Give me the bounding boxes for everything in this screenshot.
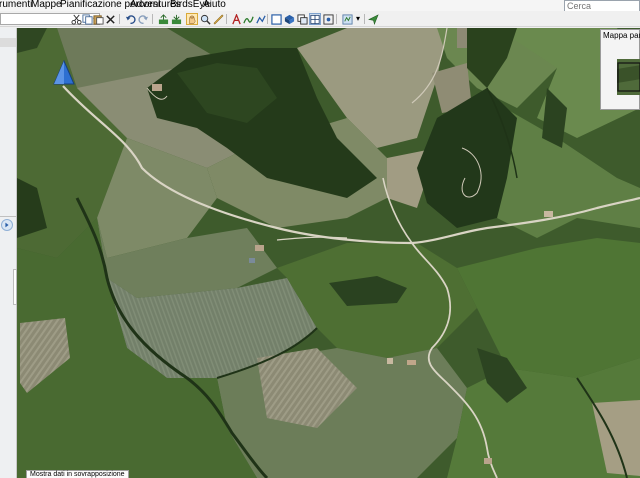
toolbar-separator xyxy=(267,14,268,24)
grid-icon[interactable] xyxy=(309,13,321,25)
toolbar: ▾ xyxy=(0,11,640,27)
overlay-data-tooltip: Mostra dati in sovrapposizione xyxy=(26,470,129,478)
zoom-icon[interactable] xyxy=(199,13,211,25)
receive-from-device-icon[interactable] xyxy=(170,13,182,25)
search-input[interactable] xyxy=(565,1,639,11)
toolbar-separator xyxy=(152,14,153,24)
center-icon[interactable] xyxy=(322,13,334,25)
left-panel xyxy=(0,28,17,478)
select-area-icon[interactable] xyxy=(270,13,282,25)
toolbar-separator xyxy=(336,14,337,24)
delete-icon[interactable] xyxy=(104,13,116,25)
route-tool-icon[interactable] xyxy=(254,13,266,25)
measure-icon[interactable] xyxy=(212,13,224,25)
menu-mappe[interactable]: Mappe xyxy=(31,0,62,10)
navigate-icon[interactable] xyxy=(367,13,379,25)
redo-icon[interactable] xyxy=(137,13,149,25)
map-3d-icon[interactable] xyxy=(283,13,295,25)
map-settings-icon[interactable] xyxy=(341,13,353,25)
send-to-device-icon[interactable] xyxy=(157,13,169,25)
satellite-imagery xyxy=(17,28,640,478)
overview-map-thumbnail[interactable] xyxy=(617,59,640,95)
expand-arrow-icon[interactable] xyxy=(1,219,13,231)
overview-map-title: Mappa panor xyxy=(603,31,640,40)
menu-strumenti[interactable]: rumenti xyxy=(0,0,32,10)
map-view[interactable] xyxy=(17,28,640,478)
toolbar-separator xyxy=(119,14,120,24)
hand-pan-icon[interactable] xyxy=(186,13,198,25)
menu-bar: rumenti Mappe Pianificazione percorsi Ad… xyxy=(0,0,640,12)
text-tool-icon[interactable] xyxy=(230,13,242,25)
undo-icon[interactable] xyxy=(124,13,136,25)
selected-list-row[interactable] xyxy=(0,38,16,47)
paste-icon[interactable] xyxy=(92,13,104,25)
position-marker-icon[interactable] xyxy=(53,60,75,86)
dropdown-icon[interactable]: ▾ xyxy=(354,13,362,25)
layers-icon[interactable] xyxy=(296,13,308,25)
track-tool-icon[interactable] xyxy=(242,13,254,25)
toolbar-separator xyxy=(364,14,365,24)
panel-divider xyxy=(0,216,16,217)
overview-map-panel[interactable]: Mappa panor xyxy=(600,29,640,110)
toolbar-separator xyxy=(226,14,227,24)
menu-aiuto[interactable]: Aiuto xyxy=(203,0,226,10)
